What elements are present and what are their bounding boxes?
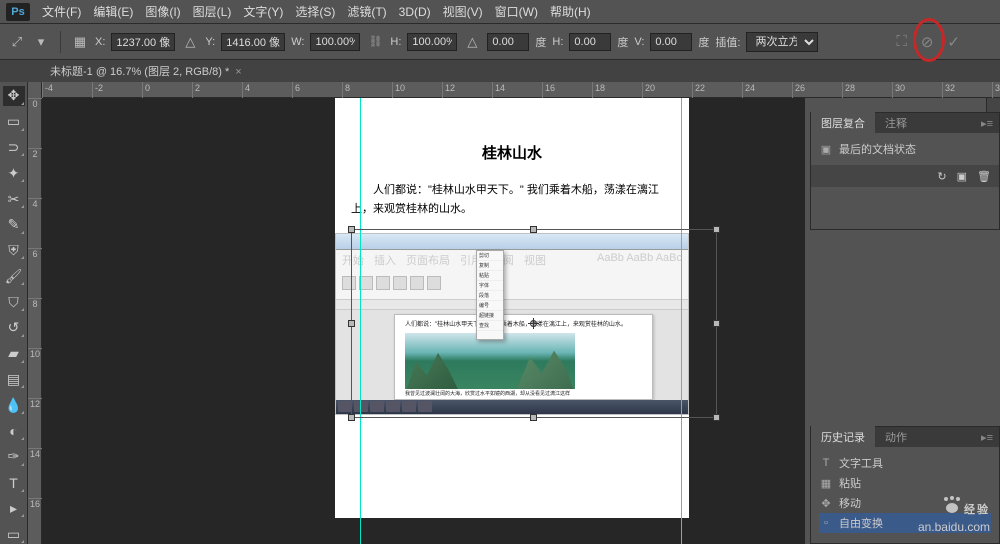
document-tab-bar: 未标题-1 @ 16.7% (图层 2, RGB/8) *× — [0, 60, 1000, 82]
y-label: Y: — [205, 36, 215, 48]
toolbox: ✥ ▭ ⊃ ✦ ✂ ✎ ⛨ 🖌 ⛉ ↺ ▰ ▤ 💧 ◐ ✑ T ▸ ▭ — [0, 82, 28, 544]
shape-tool[interactable]: ▭ — [3, 524, 25, 544]
tab-layer-comps[interactable]: 图层复合 — [811, 112, 875, 134]
magic-wand-tool[interactable]: ✦ — [3, 163, 25, 183]
history-step-icon: T — [819, 456, 833, 470]
guide-left[interactable] — [360, 98, 361, 544]
vskew-label: V: — [634, 36, 644, 48]
handle-ne[interactable] — [713, 226, 720, 233]
w-label: W: — [291, 36, 304, 48]
type-tool[interactable]: T — [3, 473, 25, 493]
tab-history[interactable]: 历史记录 — [811, 426, 875, 448]
document-state-icon: ▣ — [819, 142, 833, 156]
menu-filter[interactable]: 滤镜(T) — [347, 3, 386, 20]
history-item[interactable]: T文字工具 — [819, 453, 991, 473]
history-step-icon: ✥ — [819, 496, 833, 510]
link-wh-icon[interactable]: ⛓ — [368, 35, 382, 48]
y-input[interactable] — [221, 33, 285, 51]
lasso-tool[interactable]: ⊃ — [3, 138, 25, 158]
menu-help[interactable]: 帮助(H) — [550, 3, 591, 20]
handle-e[interactable] — [713, 320, 720, 327]
angle-icon: △ — [463, 33, 481, 51]
last-doc-state[interactable]: 最后的文档状态 — [839, 141, 916, 157]
doc-body: 人们都说："桂林山水甲天下。" 我们乘着木船，荡漾在漓江上，来观赏桂林的山水。 — [335, 163, 689, 218]
history-item[interactable]: ▦粘贴 — [819, 473, 991, 493]
menu-file[interactable]: 文件(F) — [42, 3, 81, 20]
vskew-unit: 度 — [698, 34, 709, 50]
ruler-horizontal[interactable]: -4-20246810121416182022242628303234 — [42, 82, 1000, 98]
doc-title: 桂林山水 — [335, 98, 689, 163]
reference-point-icon[interactable]: ▦ — [71, 33, 89, 51]
options-bar: ⤢ ▾ ▦ X: △ Y: W: ⛓ H: △ 度 H: 度 V: 度 插值: … — [0, 24, 1000, 60]
history-panel: 历史记录 动作 ▸≡ T文字工具▦粘贴✥移动▫自由变换 — [810, 426, 1000, 544]
history-item[interactable]: ▫自由变换 — [819, 513, 991, 533]
menu-layer[interactable]: 图层(L) — [193, 3, 232, 20]
blur-tool[interactable]: 💧 — [3, 395, 25, 415]
w-input[interactable] — [310, 33, 360, 51]
panel-menu-icon[interactable]: ▸≡ — [975, 117, 999, 130]
guide-right[interactable] — [681, 98, 682, 544]
layer-comps-panel: 图层复合 注释 ▸≡ ▣ 最后的文档状态 ↻ ▣ 🗑 — [810, 112, 1000, 230]
h-label: H: — [390, 36, 401, 48]
interp-label: 插值: — [715, 34, 740, 50]
eyedropper-tool[interactable]: ✎ — [3, 215, 25, 235]
document-page: 桂林山水 人们都说："桂林山水甲天下。" 我们乘着木船，荡漾在漓江上，来观赏桂林… — [335, 98, 689, 518]
delete-comp-icon[interactable]: 🗑 — [977, 170, 991, 183]
hskew-label: H: — [552, 36, 563, 48]
history-item[interactable]: ✥移动 — [819, 493, 991, 513]
menu-bar: Ps 文件(F) 编辑(E) 图像(I) 图层(L) 文字(Y) 选择(S) 滤… — [0, 0, 1000, 24]
tab-actions[interactable]: 动作 — [875, 426, 917, 448]
app-logo: Ps — [6, 3, 30, 21]
menu-type[interactable]: 文字(Y) — [243, 3, 283, 20]
x-input[interactable] — [111, 33, 175, 51]
commit-transform-icon[interactable]: ✓ — [947, 33, 960, 51]
embedded-screenshot: 开始插入页面布局引用审阅视图AaBb AaBb AaBc 人们都说："桂林山水甲… — [335, 233, 689, 415]
history-brush-tool[interactable]: ↺ — [3, 318, 25, 338]
history-step-icon: ▦ — [819, 476, 833, 490]
transform-tool-icon[interactable]: ⤢ — [8, 33, 26, 51]
dropdown-icon[interactable]: ▾ — [32, 33, 50, 51]
cancel-transform-icon[interactable]: ⊘ — [921, 33, 934, 51]
panel-menu-icon[interactable]: ▸≡ — [975, 431, 999, 444]
path-select-tool[interactable]: ▸ — [3, 499, 25, 519]
update-comp-icon[interactable]: ↻ — [937, 170, 946, 183]
menu-select[interactable]: 选择(S) — [295, 3, 335, 20]
hskew-input[interactable] — [569, 33, 611, 51]
new-comp-icon[interactable]: ▣ — [957, 170, 967, 183]
pen-tool[interactable]: ✑ — [3, 447, 25, 467]
interp-select[interactable]: 两次立方 — [746, 32, 818, 52]
hskew-unit: 度 — [617, 34, 628, 50]
brush-tool[interactable]: 🖌 — [3, 266, 25, 286]
x-label: X: — [95, 36, 105, 48]
menu-window[interactable]: 窗口(W) — [495, 3, 538, 20]
ruler-vertical[interactable]: 0246810121416 — [28, 82, 42, 544]
h-input[interactable] — [407, 33, 457, 51]
swap-xy-icon[interactable]: △ — [181, 33, 199, 51]
warp-mode-icon[interactable]: ⛶ — [896, 33, 907, 50]
canvas[interactable]: 桂林山水 人们都说："桂林山水甲天下。" 我们乘着木船，荡漾在漓江上，来观赏桂林… — [42, 98, 805, 544]
crop-tool[interactable]: ✂ — [3, 189, 25, 209]
move-tool[interactable]: ✥ — [3, 86, 25, 106]
clone-stamp-tool[interactable]: ⛉ — [3, 292, 25, 312]
gradient-tool[interactable]: ▤ — [3, 370, 25, 390]
angle-input[interactable] — [487, 33, 529, 51]
menu-3d[interactable]: 3D(D) — [399, 5, 431, 19]
handle-se[interactable] — [713, 414, 720, 421]
menu-edit[interactable]: 编辑(E) — [93, 3, 133, 20]
vskew-input[interactable] — [650, 33, 692, 51]
document-tab[interactable]: 未标题-1 @ 16.7% (图层 2, RGB/8) *× — [42, 60, 250, 82]
close-tab-icon[interactable]: × — [235, 66, 241, 78]
eraser-tool[interactable]: ▰ — [3, 344, 25, 364]
angle-unit: 度 — [535, 34, 546, 50]
tab-notes[interactable]: 注释 — [875, 112, 917, 134]
healing-brush-tool[interactable]: ⛨ — [3, 241, 25, 261]
history-step-icon: ▫ — [819, 516, 833, 530]
menu-image[interactable]: 图像(I) — [145, 3, 180, 20]
menu-view[interactable]: 视图(V) — [443, 3, 483, 20]
marquee-tool[interactable]: ▭ — [3, 112, 25, 132]
dodge-tool[interactable]: ◐ — [3, 421, 25, 441]
